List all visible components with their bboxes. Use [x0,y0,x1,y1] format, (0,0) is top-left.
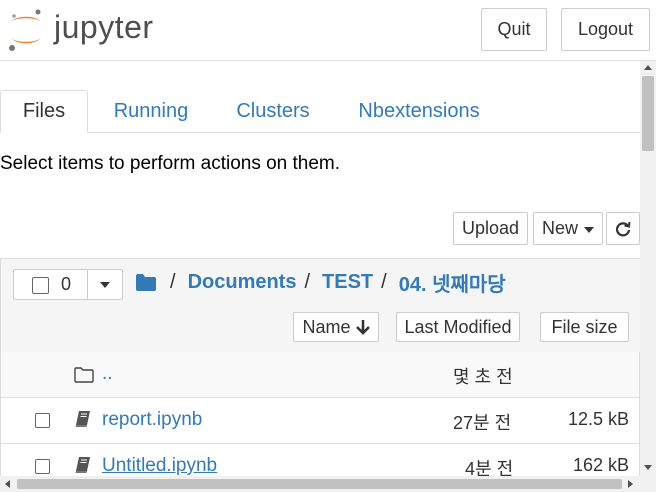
scroll-up-arrow-icon[interactable] [644,65,652,70]
breadcrumb-item[interactable]: Documents [188,271,297,294]
refresh-button[interactable] [606,212,640,245]
folder-icon[interactable] [136,273,156,291]
horizontal-scrollbar[interactable] [0,476,656,492]
horizontal-scroll-thumb[interactable] [17,479,622,489]
main-content: Files Running Clusters Nbextensions Sele… [0,61,640,476]
list-header: 0 / Documents / TEST / 04. 넷째마당 Name Las… [1,259,640,353]
upload-button[interactable]: Upload [453,212,528,245]
tab-files[interactable]: Files [0,90,88,133]
jupyter-logo[interactable]: jupyter [6,6,166,54]
scroll-down-arrow-icon[interactable] [644,465,652,470]
file-list: 0 / Documents / TEST / 04. 넷째마당 Name Las… [0,258,640,476]
new-label: New [541,218,578,238]
caret-down-icon [584,226,594,233]
arrow-down-icon [355,320,370,335]
list-item-modified: 27분 전 [453,413,512,433]
list-item-modified: 몇 초 전 [453,367,513,387]
sort-size-button[interactable]: File size [540,312,629,342]
select-menu-button[interactable] [88,270,122,299]
breadcrumb-item[interactable]: TEST [322,271,373,294]
quit-button[interactable]: Quit [481,8,547,51]
sort-name-button[interactable]: Name [293,312,379,342]
tab-running[interactable]: Running [100,90,202,132]
scroll-left-arrow-icon[interactable] [5,480,10,488]
row-checkbox[interactable] [35,459,50,474]
logout-button[interactable]: Logout [561,8,650,51]
list-item[interactable]: report.ipynb 27분 전 12.5 kB [1,398,639,444]
breadcrumb-item-current[interactable]: 04. 넷째마당 [399,268,506,297]
list-item-modified: 4분 전 [465,459,514,476]
notebook-icon [75,411,90,427]
selected-count: 0 [61,274,72,294]
breadcrumb: / Documents / TEST / 04. 넷째마당 [136,267,506,297]
list-item[interactable]: Untitled.ipynb 4분 전 162 kB [1,444,639,476]
breadcrumb-separator: / [381,270,387,293]
list-item-name[interactable]: Untitled.ipynb [102,455,217,476]
tab-nbextensions[interactable]: Nbextensions [345,90,493,132]
refresh-icon [615,221,631,236]
vertical-scrollbar[interactable] [640,61,656,476]
breadcrumb-separator: / [304,270,311,293]
list-item-name[interactable]: .. [102,363,113,385]
notebook-icon [75,457,90,473]
list-item-size: 162 kB [572,455,629,475]
list-item-size: 12.5 kB [567,409,629,429]
caret-down-icon [100,282,110,288]
scroll-right-arrow-icon[interactable] [628,480,633,488]
vertical-scroll-thumb[interactable] [642,76,654,151]
header-bar: jupyter Quit Logout [0,0,656,61]
sort-name-label: Name [302,316,351,337]
row-checkbox[interactable] [35,413,50,428]
helper-text: Select items to perform actions on them. [0,153,341,174]
new-dropdown-button[interactable]: New [533,212,603,245]
logo-text: jupyter [54,9,154,45]
list-item-parent[interactable]: .. 몇 초 전 [1,352,639,398]
sort-modified-button[interactable]: Last Modified [396,312,520,342]
tab-bar: Files Running Clusters Nbextensions [0,90,640,133]
list-item-name[interactable]: report.ipynb [102,409,202,431]
select-all-checkbox[interactable] [32,277,49,294]
jupyter-logo-icon [9,9,41,51]
breadcrumb-separator: / [170,270,176,293]
folder-outline-icon [74,367,94,383]
select-all-control: 0 [13,269,123,300]
tab-clusters[interactable]: Clusters [222,90,324,132]
